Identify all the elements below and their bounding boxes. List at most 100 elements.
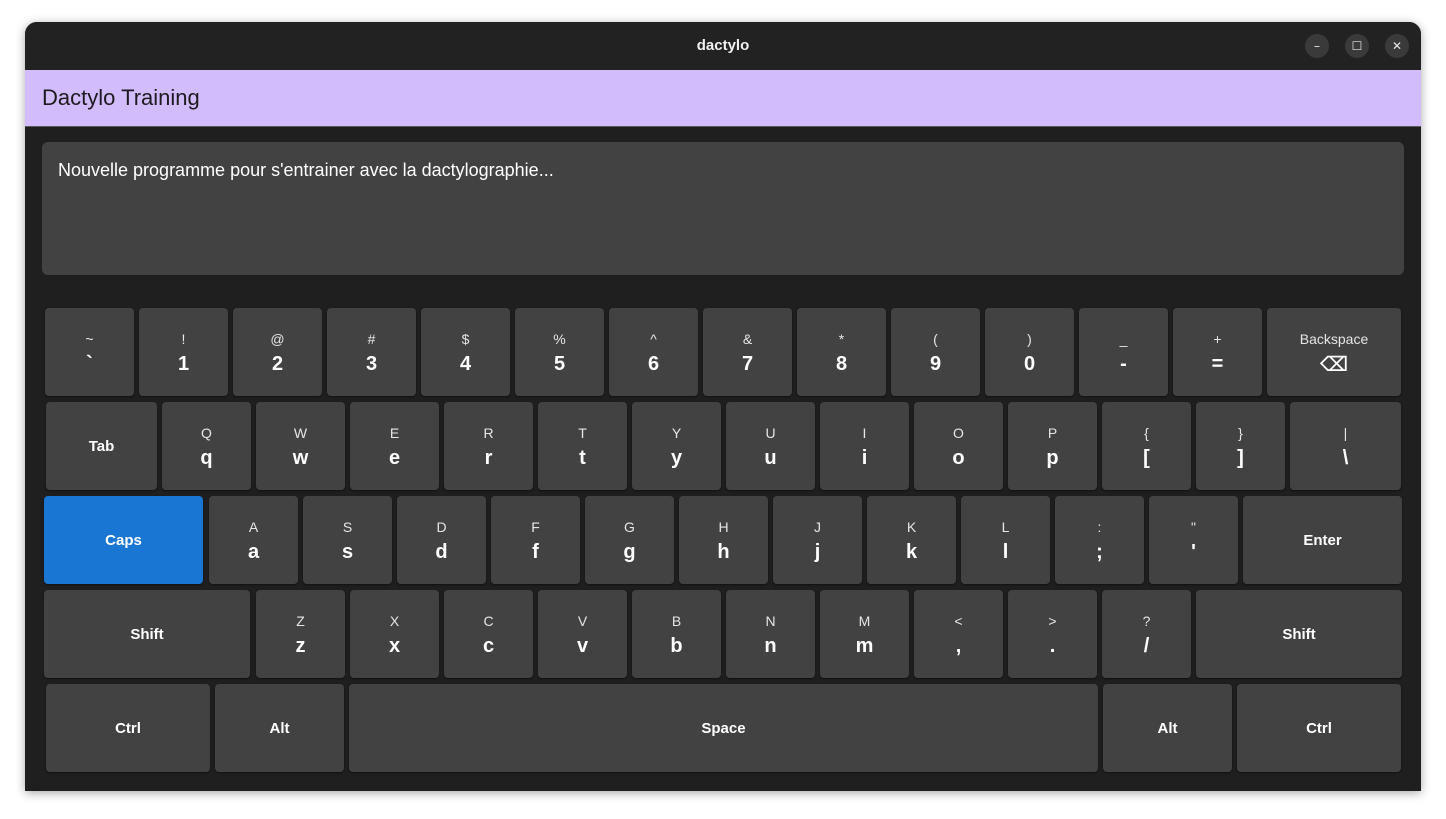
key-minus[interactable]: _ - bbox=[1079, 308, 1168, 396]
key-s[interactable]: Ss bbox=[303, 496, 392, 584]
key-shift-symbol: @ bbox=[270, 331, 285, 347]
key-ctrl-left[interactable]: Ctrl bbox=[46, 684, 210, 772]
key-0[interactable]: ) 0 bbox=[985, 308, 1074, 396]
key-m[interactable]: Mm bbox=[820, 590, 909, 678]
maximize-button[interactable]: ☐ bbox=[1345, 34, 1369, 58]
key-main-symbol: n bbox=[764, 635, 777, 657]
key-shift-right[interactable]: Shift bbox=[1196, 590, 1402, 678]
key-alt-right[interactable]: Alt bbox=[1103, 684, 1232, 772]
key-shift-symbol: " bbox=[1191, 519, 1196, 535]
key-caps[interactable]: Caps bbox=[44, 496, 203, 584]
key-backtick[interactable]: ~ ` bbox=[45, 308, 134, 396]
key-e[interactable]: Ee bbox=[350, 402, 439, 490]
key-ctrl-right[interactable]: Ctrl bbox=[1237, 684, 1401, 772]
key-main-symbol: e bbox=[388, 447, 401, 469]
key-shift-symbol: * bbox=[838, 331, 845, 347]
key-main-symbol: 2 bbox=[271, 353, 284, 375]
key-t[interactable]: Tt bbox=[538, 402, 627, 490]
key-shift-symbol: Q bbox=[201, 425, 212, 441]
key-x[interactable]: Xx bbox=[350, 590, 439, 678]
key-k[interactable]: Kk bbox=[867, 496, 956, 584]
key-shift-symbol: L bbox=[1001, 519, 1010, 535]
key-label: Shift bbox=[1282, 626, 1316, 643]
key-shift-symbol: B bbox=[671, 613, 682, 629]
key-3[interactable]: #3 bbox=[327, 308, 416, 396]
key-g[interactable]: Gg bbox=[585, 496, 674, 584]
key-d[interactable]: Dd bbox=[397, 496, 486, 584]
key-space[interactable]: Space bbox=[349, 684, 1098, 772]
key-w[interactable]: Ww bbox=[256, 402, 345, 490]
key-o[interactable]: Oo bbox=[914, 402, 1003, 490]
key-semicolon[interactable]: :; bbox=[1055, 496, 1144, 584]
key-shift-symbol: ~ bbox=[85, 331, 94, 347]
key-main-symbol: b bbox=[670, 635, 683, 657]
key-1[interactable]: ! 1 bbox=[139, 308, 228, 396]
key-v[interactable]: Vv bbox=[538, 590, 627, 678]
key-main-symbol: z bbox=[295, 635, 306, 657]
key-main-symbol: p bbox=[1046, 447, 1059, 469]
key-j[interactable]: Jj bbox=[773, 496, 862, 584]
key-q[interactable]: Qq bbox=[162, 402, 251, 490]
key-8[interactable]: * 8 bbox=[797, 308, 886, 396]
key-u[interactable]: Uu bbox=[726, 402, 815, 490]
key-backslash[interactable]: | \ bbox=[1290, 402, 1401, 490]
key-y[interactable]: Yy bbox=[632, 402, 721, 490]
key-label: Alt bbox=[1157, 720, 1178, 737]
key-f[interactable]: Ff bbox=[491, 496, 580, 584]
key-alt-right[interactable]: Alt bbox=[215, 684, 344, 772]
key-backspace[interactable]: Backspace ⌫ bbox=[1267, 308, 1401, 396]
key-label: Alt bbox=[269, 720, 290, 737]
maximize-icon: ☐ bbox=[1351, 39, 1363, 53]
key-n[interactable]: Nn bbox=[726, 590, 815, 678]
key-h[interactable]: Hh bbox=[679, 496, 768, 584]
key-main-symbol: ] bbox=[1237, 447, 1244, 469]
key-comma[interactable]: <, bbox=[914, 590, 1003, 678]
key-shift-symbol: M bbox=[858, 613, 871, 629]
key-9[interactable]: (9 bbox=[891, 308, 980, 396]
key-shift-symbol: C bbox=[483, 613, 494, 629]
key-l[interactable]: Ll bbox=[961, 496, 1050, 584]
key-main-symbol: s bbox=[341, 541, 354, 563]
key-shift-symbol: R bbox=[483, 425, 494, 441]
key-z[interactable]: Zz bbox=[256, 590, 345, 678]
key-shift-symbol: | bbox=[1343, 425, 1348, 441]
key-equals[interactable]: + = bbox=[1173, 308, 1262, 396]
key-main-symbol: 4 bbox=[459, 353, 472, 375]
key-a[interactable]: Aa bbox=[209, 496, 298, 584]
key-right-bracket[interactable]: }] bbox=[1196, 402, 1285, 490]
typing-text-field[interactable]: Nouvelle programme pour s'entrainer avec… bbox=[42, 142, 1404, 275]
key-label: Caps bbox=[105, 532, 142, 549]
key-shift-symbol: G bbox=[624, 519, 635, 535]
key-main-symbol: h bbox=[717, 541, 730, 563]
key-shift-symbol: Y bbox=[671, 425, 682, 441]
key-period[interactable]: >. bbox=[1008, 590, 1097, 678]
key-shift-left[interactable]: Shift bbox=[44, 590, 250, 678]
key-p[interactable]: Pp bbox=[1008, 402, 1097, 490]
key-shift-symbol: & bbox=[742, 331, 753, 347]
close-button[interactable]: ✕ bbox=[1385, 34, 1409, 58]
key-enter[interactable]: Enter bbox=[1243, 496, 1402, 584]
key-label: Shift bbox=[130, 626, 164, 643]
key-shift-symbol: : bbox=[1097, 519, 1102, 535]
key-r[interactable]: Rr bbox=[444, 402, 533, 490]
key-shift-symbol: V bbox=[577, 613, 588, 629]
minimize-button[interactable]: – bbox=[1305, 34, 1329, 58]
key-main-symbol: c bbox=[482, 635, 495, 657]
key-quote[interactable]: " ' bbox=[1149, 496, 1238, 584]
key-4[interactable]: $4 bbox=[421, 308, 510, 396]
key-i[interactable]: Ii bbox=[820, 402, 909, 490]
key-main-symbol: k bbox=[905, 541, 918, 563]
key-shift-symbol: K bbox=[906, 519, 917, 535]
key-6[interactable]: ^ 6 bbox=[609, 308, 698, 396]
key-7[interactable]: & 7 bbox=[703, 308, 792, 396]
key-left-bracket[interactable]: {[ bbox=[1102, 402, 1191, 490]
key-c[interactable]: Cc bbox=[444, 590, 533, 678]
window-titlebar[interactable]: dactylo – ☐ ✕ bbox=[25, 22, 1421, 71]
key-label: Ctrl bbox=[115, 720, 141, 737]
key-tab[interactable]: Tab bbox=[46, 402, 157, 490]
key-2[interactable]: @2 bbox=[233, 308, 322, 396]
key-shift-symbol: A bbox=[248, 519, 259, 535]
key-slash[interactable]: ? / bbox=[1102, 590, 1191, 678]
key-b[interactable]: Bb bbox=[632, 590, 721, 678]
key-5[interactable]: % 5 bbox=[515, 308, 604, 396]
